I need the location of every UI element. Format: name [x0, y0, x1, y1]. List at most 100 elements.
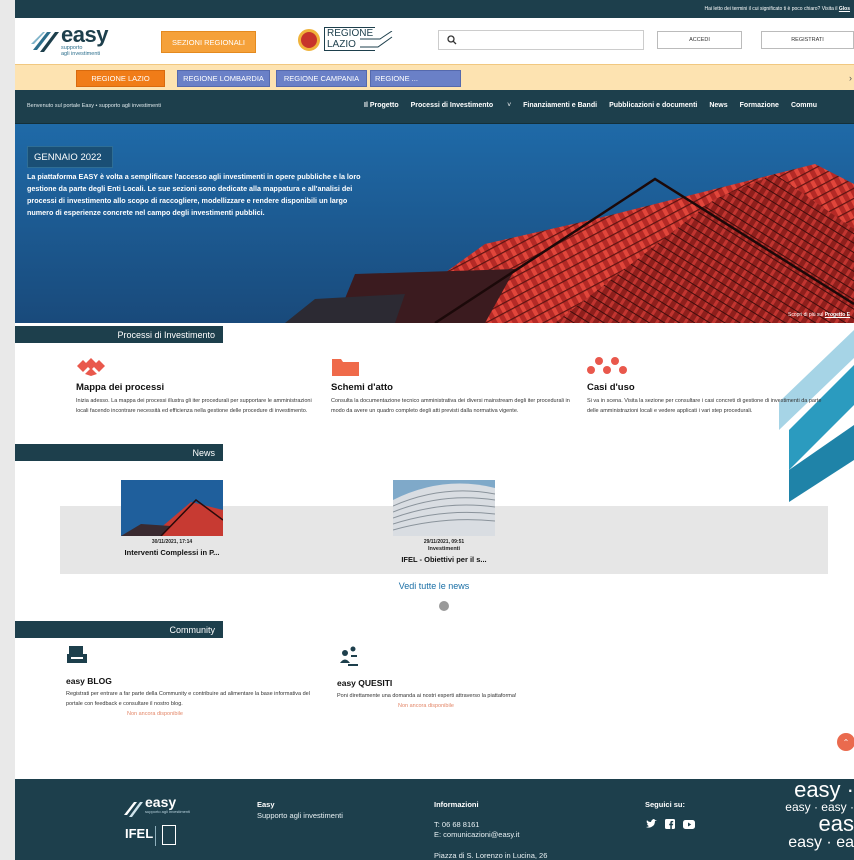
header: easy supporto agli investimenti SEZIONI R… [15, 18, 854, 64]
hero-banner: GENNAIO 2022 La piattaforma EASY è volta… [15, 124, 854, 323]
nav-item-processi-label: Processi di Investimento [410, 102, 494, 109]
search-icon [447, 35, 457, 45]
blog-icon [67, 646, 87, 663]
nav-item-processi[interactable]: Processi di Investimento ˅ [411, 102, 512, 109]
nav-item-formazione[interactable]: Formazione [740, 102, 779, 109]
news-1-date: 30/11/2021, 17:14 [151, 539, 193, 545]
blog-text: Registrati per entrare a far parte della… [66, 691, 310, 707]
footer-easy-logo[interactable]: easy supporto agli investimenti [123, 794, 193, 822]
card-mappa-processi[interactable]: Mappa dei processi Inizia adesso. La map… [76, 356, 316, 416]
card-casi-uso[interactable]: Casi d'uso Si va in scena. Visita la sez… [587, 356, 827, 416]
quesiti-icon [340, 646, 358, 666]
blog-status: Non ancora disponibile [127, 711, 183, 717]
hero-roof-image [15, 124, 854, 323]
brand-line-4: easy · ea [788, 834, 854, 851]
folder-icon [332, 359, 359, 376]
glossary-notice: Hai letto dei termini il cui significato… [15, 0, 854, 18]
quesiti-status: Non ancora disponibile [398, 703, 454, 709]
qr-code-icon [162, 825, 176, 845]
region-tab-campania[interactable]: REGIONE CAMPANIA [276, 70, 367, 87]
scroll-top-button[interactable]: ⌃ [837, 733, 854, 751]
footer-info-col: Informazioni T: 06 68 8161 E: comunicazi… [434, 800, 547, 860]
regione-logo-line2: LAZIO [327, 39, 356, 50]
main-nav: Benvenuto sul portale Easy • supporto ag… [15, 90, 854, 124]
regione-lazio-logo[interactable]: REGIONE LAZIO [298, 25, 398, 57]
footer-logo-separator [155, 826, 156, 846]
footer-easy-col: Easy Supporto agli investimenti [257, 800, 343, 821]
nav-item-progetto[interactable]: Il Progetto [364, 102, 399, 109]
footer-easy-title: Easy [257, 800, 275, 809]
chevron-right-icon[interactable]: › [849, 73, 852, 83]
youtube-icon[interactable] [683, 818, 695, 830]
hero-date-badge: GENNAIO 2022 [27, 146, 113, 168]
twitter-icon[interactable] [645, 818, 657, 830]
card-schemi-text: Consulta la documentazione tecnico ammin… [331, 398, 570, 414]
community-section-label: Community [169, 624, 215, 635]
brand-line-1: easy · [794, 779, 854, 802]
news-card-1[interactable]: 30/11/2021, 17:14 Interventi Complessi i… [77, 480, 267, 557]
ifel-logo[interactable]: IFEL [125, 826, 153, 841]
footer-follow-title: Seguici su: [645, 800, 686, 809]
card-easy-blog[interactable]: easy BLOG Registrati per entrare a far p… [66, 645, 316, 717]
news-thumb-1 [121, 480, 223, 536]
card-easy-quesiti[interactable]: easy QUESITI Poni direttamente una doman… [337, 645, 587, 709]
news-2-date: 29/11/2021, 09:51 [423, 539, 465, 545]
news-section-title: News [15, 444, 223, 461]
chevron-down-icon: ˅ [507, 102, 512, 109]
nav-item-pubblicazioni[interactable]: Pubblicazioni e documenti [609, 102, 697, 109]
nav-menu: Il Progetto Processi di Investimento ˅ F… [364, 102, 829, 109]
logo-tagline: supporto agli investimenti [61, 45, 100, 57]
footer-email[interactable]: E: comunicazioni@easy.it [434, 830, 547, 840]
sezioni-regionali-button[interactable]: SEZIONI REGIONALI [161, 31, 256, 53]
region-tab-more[interactable]: REGIONE ... [370, 70, 461, 87]
hero-description: La piattaforma EASY è volta a semplifica… [27, 172, 361, 217]
footer-follow-col: Seguici su: [645, 800, 685, 809]
news-2-title: IFEL - Obiettivi per il s... [401, 555, 487, 564]
glossary-link[interactable]: Glos [839, 6, 850, 12]
footer-brand-pattern: easy · easy · easy · eas easy · ea [777, 779, 854, 851]
nav-item-news[interactable]: News [709, 102, 727, 109]
region-tab-lazio[interactable]: REGIONE LAZIO [76, 70, 165, 87]
card-casi-title: Casi d'uso [587, 382, 635, 393]
facebook-icon[interactable] [664, 818, 676, 830]
nav-item-community[interactable]: Commu [791, 102, 817, 109]
glossary-notice-text: Hai letto dei termini il cui significato… [704, 6, 838, 12]
regione-shield-icon [298, 29, 320, 51]
hero-more-text: Scopri di più sul [788, 312, 824, 318]
news-card-2[interactable]: 29/11/2021, 09:51 Investimenti IFEL - Ob… [349, 480, 539, 564]
news-thumb-1-image [121, 480, 223, 536]
chevron-up-icon: ⌃ [842, 737, 850, 747]
blog-title: easy BLOG [66, 676, 112, 686]
footer-easy-sub: Supporto agli investimenti [257, 811, 343, 820]
region-tab-lombardia[interactable]: REGIONE LOMBARDIA [177, 70, 270, 87]
welcome-text: Benvenuto sul portale Easy • supporto ag… [27, 103, 162, 109]
nav-item-finanziamenti[interactable]: Finanziamenti e Bandi [523, 102, 597, 109]
brand-line-3: eas [818, 811, 854, 836]
card-schemi-atto[interactable]: Schemi d'atto Consulta la documentazione… [331, 356, 571, 416]
casi-icon [587, 357, 627, 374]
logo-tagline-2: agli investimenti [61, 51, 101, 57]
footer-logo-wordmark: easy [145, 794, 177, 810]
easy-logo[interactable]: easy supporto agli investimenti [31, 22, 121, 60]
news-section-label: News [192, 447, 215, 458]
quesiti-text: Poni direttamente una domanda ai nostri … [337, 693, 517, 699]
hero-more-link[interactable]: Progetto E [825, 312, 850, 318]
footer-logo-mark-icon [124, 802, 143, 817]
news-2-category: Investimenti [427, 546, 461, 552]
news-1-title: Interventi Complessi in P... [124, 548, 220, 557]
mappa-icon [77, 358, 105, 376]
all-news-link[interactable]: Vedi tutte le news [374, 581, 494, 591]
footer-phone[interactable]: T: 06 68 8161 [434, 820, 547, 830]
quesiti-title: easy QUESITI [337, 678, 393, 688]
search-input[interactable] [438, 30, 644, 50]
regione-logo-lines-icon [360, 31, 393, 48]
registrati-button[interactable]: REGISTRATI [761, 31, 854, 49]
page: Hai letto dei termini il cui significato… [15, 0, 854, 860]
card-schemi-title: Schemi d'atto [331, 382, 393, 393]
processi-section-label: Processi di Investimento [117, 329, 215, 340]
carousel-dot[interactable] [439, 601, 449, 611]
accedi-button[interactable]: ACCEDI [657, 31, 742, 49]
news-thumb-2 [393, 480, 495, 536]
footer-logo-tagline: supporto agli investimenti [145, 809, 191, 814]
footer: easy supporto agli investimenti IFEL Eas… [15, 779, 854, 860]
